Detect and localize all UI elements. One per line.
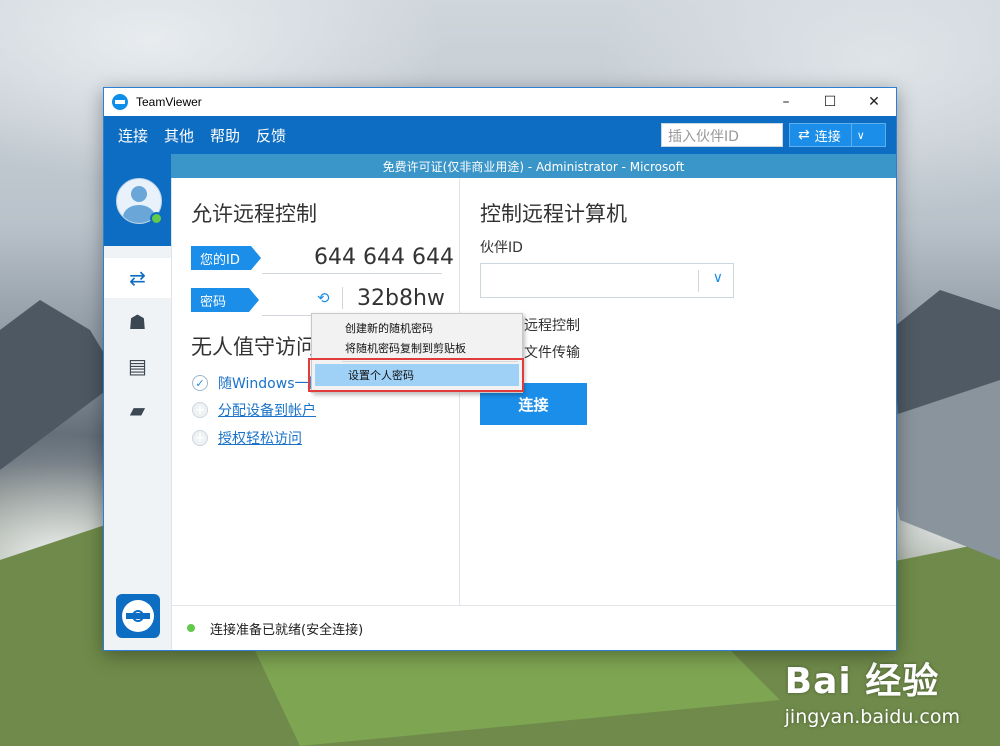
menu-connection[interactable]: 连接 bbox=[118, 125, 148, 146]
remote-control-label: 远程控制 bbox=[524, 318, 580, 334]
status-dot-icon bbox=[187, 624, 195, 632]
control-remote-title: 控制远程计算机 bbox=[480, 202, 627, 226]
title-bar: TeamViewer – ☐ ✕ bbox=[104, 88, 896, 116]
menu-bar: 连接 其他 帮助 反馈 插入伙伴ID ⇄ 连接 ∨ bbox=[104, 116, 896, 154]
file-transfer-label: 文件传输 bbox=[524, 345, 580, 361]
plus-icon: + bbox=[192, 430, 208, 446]
sidebar: ⇄ ☗ ▤ ▰ bbox=[104, 154, 172, 650]
license-bar: 免费许可证(仅非商业用途) - Administrator - Microsof… bbox=[171, 154, 896, 178]
password-tag: 密码 bbox=[191, 288, 259, 312]
unattended-title: 无人值守访问 bbox=[191, 335, 317, 359]
quick-connect-divider bbox=[850, 123, 852, 147]
partner-id-quick-input[interactable]: 插入伙伴ID bbox=[661, 123, 783, 147]
password-value[interactable]: 32b8hw bbox=[357, 286, 445, 311]
partner-id-combo[interactable]: ∨ bbox=[480, 263, 734, 298]
status-bar: 连接准备已就绪(安全连接) bbox=[172, 605, 896, 650]
password-divider bbox=[342, 287, 343, 309]
content-area: 允许远程控制 您的ID 644 644 644 密码 ⟲ 32b8hw 无人值守… bbox=[172, 178, 896, 606]
status-text: 连接准备已就绪(安全连接) bbox=[210, 622, 364, 638]
easy-access-link[interactable]: 授权轻松访问 bbox=[218, 428, 302, 448]
close-button[interactable]: ✕ bbox=[852, 88, 896, 116]
highlight-annotation-box bbox=[308, 358, 524, 392]
baidu-url: jingyan.baidu.com bbox=[784, 706, 960, 728]
teamviewer-logo-mark bbox=[122, 600, 154, 632]
baidu-watermark: Bai 经验 jingyan.baidu.com bbox=[785, 652, 960, 728]
assign-device-row[interactable]: + 分配设备到帐户 bbox=[192, 400, 316, 420]
teamviewer-logo-icon[interactable] bbox=[116, 594, 160, 638]
teamviewer-app-icon bbox=[112, 94, 128, 110]
partner-id-label: 伙伴ID bbox=[480, 240, 523, 256]
baidu-logo: Bai 经验 bbox=[784, 661, 940, 702]
combo-divider bbox=[698, 270, 699, 292]
menu-feedback[interactable]: 反馈 bbox=[256, 125, 286, 146]
your-id-value[interactable]: 644 644 644 bbox=[314, 245, 454, 270]
contacts-icon[interactable]: ▤ bbox=[104, 346, 171, 386]
window-title: TeamViewer bbox=[136, 95, 202, 109]
avatar-head bbox=[131, 186, 147, 202]
minimize-button[interactable]: – bbox=[764, 88, 808, 116]
allow-remote-title: 允许远程控制 bbox=[191, 202, 317, 226]
quick-connect-button[interactable]: ⇄ 连接 ∨ bbox=[789, 123, 886, 147]
chat-icon[interactable]: ▰ bbox=[104, 390, 171, 430]
maximize-button[interactable]: ☐ bbox=[808, 88, 852, 116]
your-id-tag: 您的ID bbox=[191, 246, 261, 270]
profile-area bbox=[104, 154, 171, 246]
window-controls: – ☐ ✕ bbox=[764, 88, 896, 116]
check-icon: ✓ bbox=[192, 375, 208, 391]
control-remote-panel: 控制远程计算机 伙伴ID ∨ 远程控制 文件传输 连接 bbox=[460, 178, 896, 606]
menu-extras[interactable]: 其他 bbox=[164, 125, 194, 146]
id-underline bbox=[262, 273, 442, 274]
plus-icon: + bbox=[192, 402, 208, 418]
easy-access-row[interactable]: + 授权轻松访问 bbox=[192, 428, 302, 448]
meeting-icon[interactable]: ☗ bbox=[104, 302, 171, 342]
refresh-icon[interactable]: ⟲ bbox=[317, 289, 330, 307]
online-status-icon bbox=[150, 212, 163, 225]
menu-item-copy-password[interactable]: 将随机密码复制到剪贴板 bbox=[312, 337, 520, 359]
menu-item-new-random-password[interactable]: 创建新的随机密码 bbox=[312, 317, 520, 339]
connect-arrows-icon: ⇄ bbox=[798, 127, 810, 143]
menu-help[interactable]: 帮助 bbox=[210, 125, 240, 146]
remote-control-icon[interactable]: ⇄ bbox=[104, 258, 171, 298]
chevron-down-icon[interactable]: ∨ bbox=[713, 270, 723, 286]
chevron-down-icon[interactable]: ∨ bbox=[857, 129, 865, 142]
assign-device-link[interactable]: 分配设备到帐户 bbox=[218, 400, 316, 420]
quick-connect-label: 连接 bbox=[814, 129, 841, 145]
main-body: ⇄ ☗ ▤ ▰ 免费许可证(仅非商业用途) - Administrator - … bbox=[104, 154, 896, 650]
